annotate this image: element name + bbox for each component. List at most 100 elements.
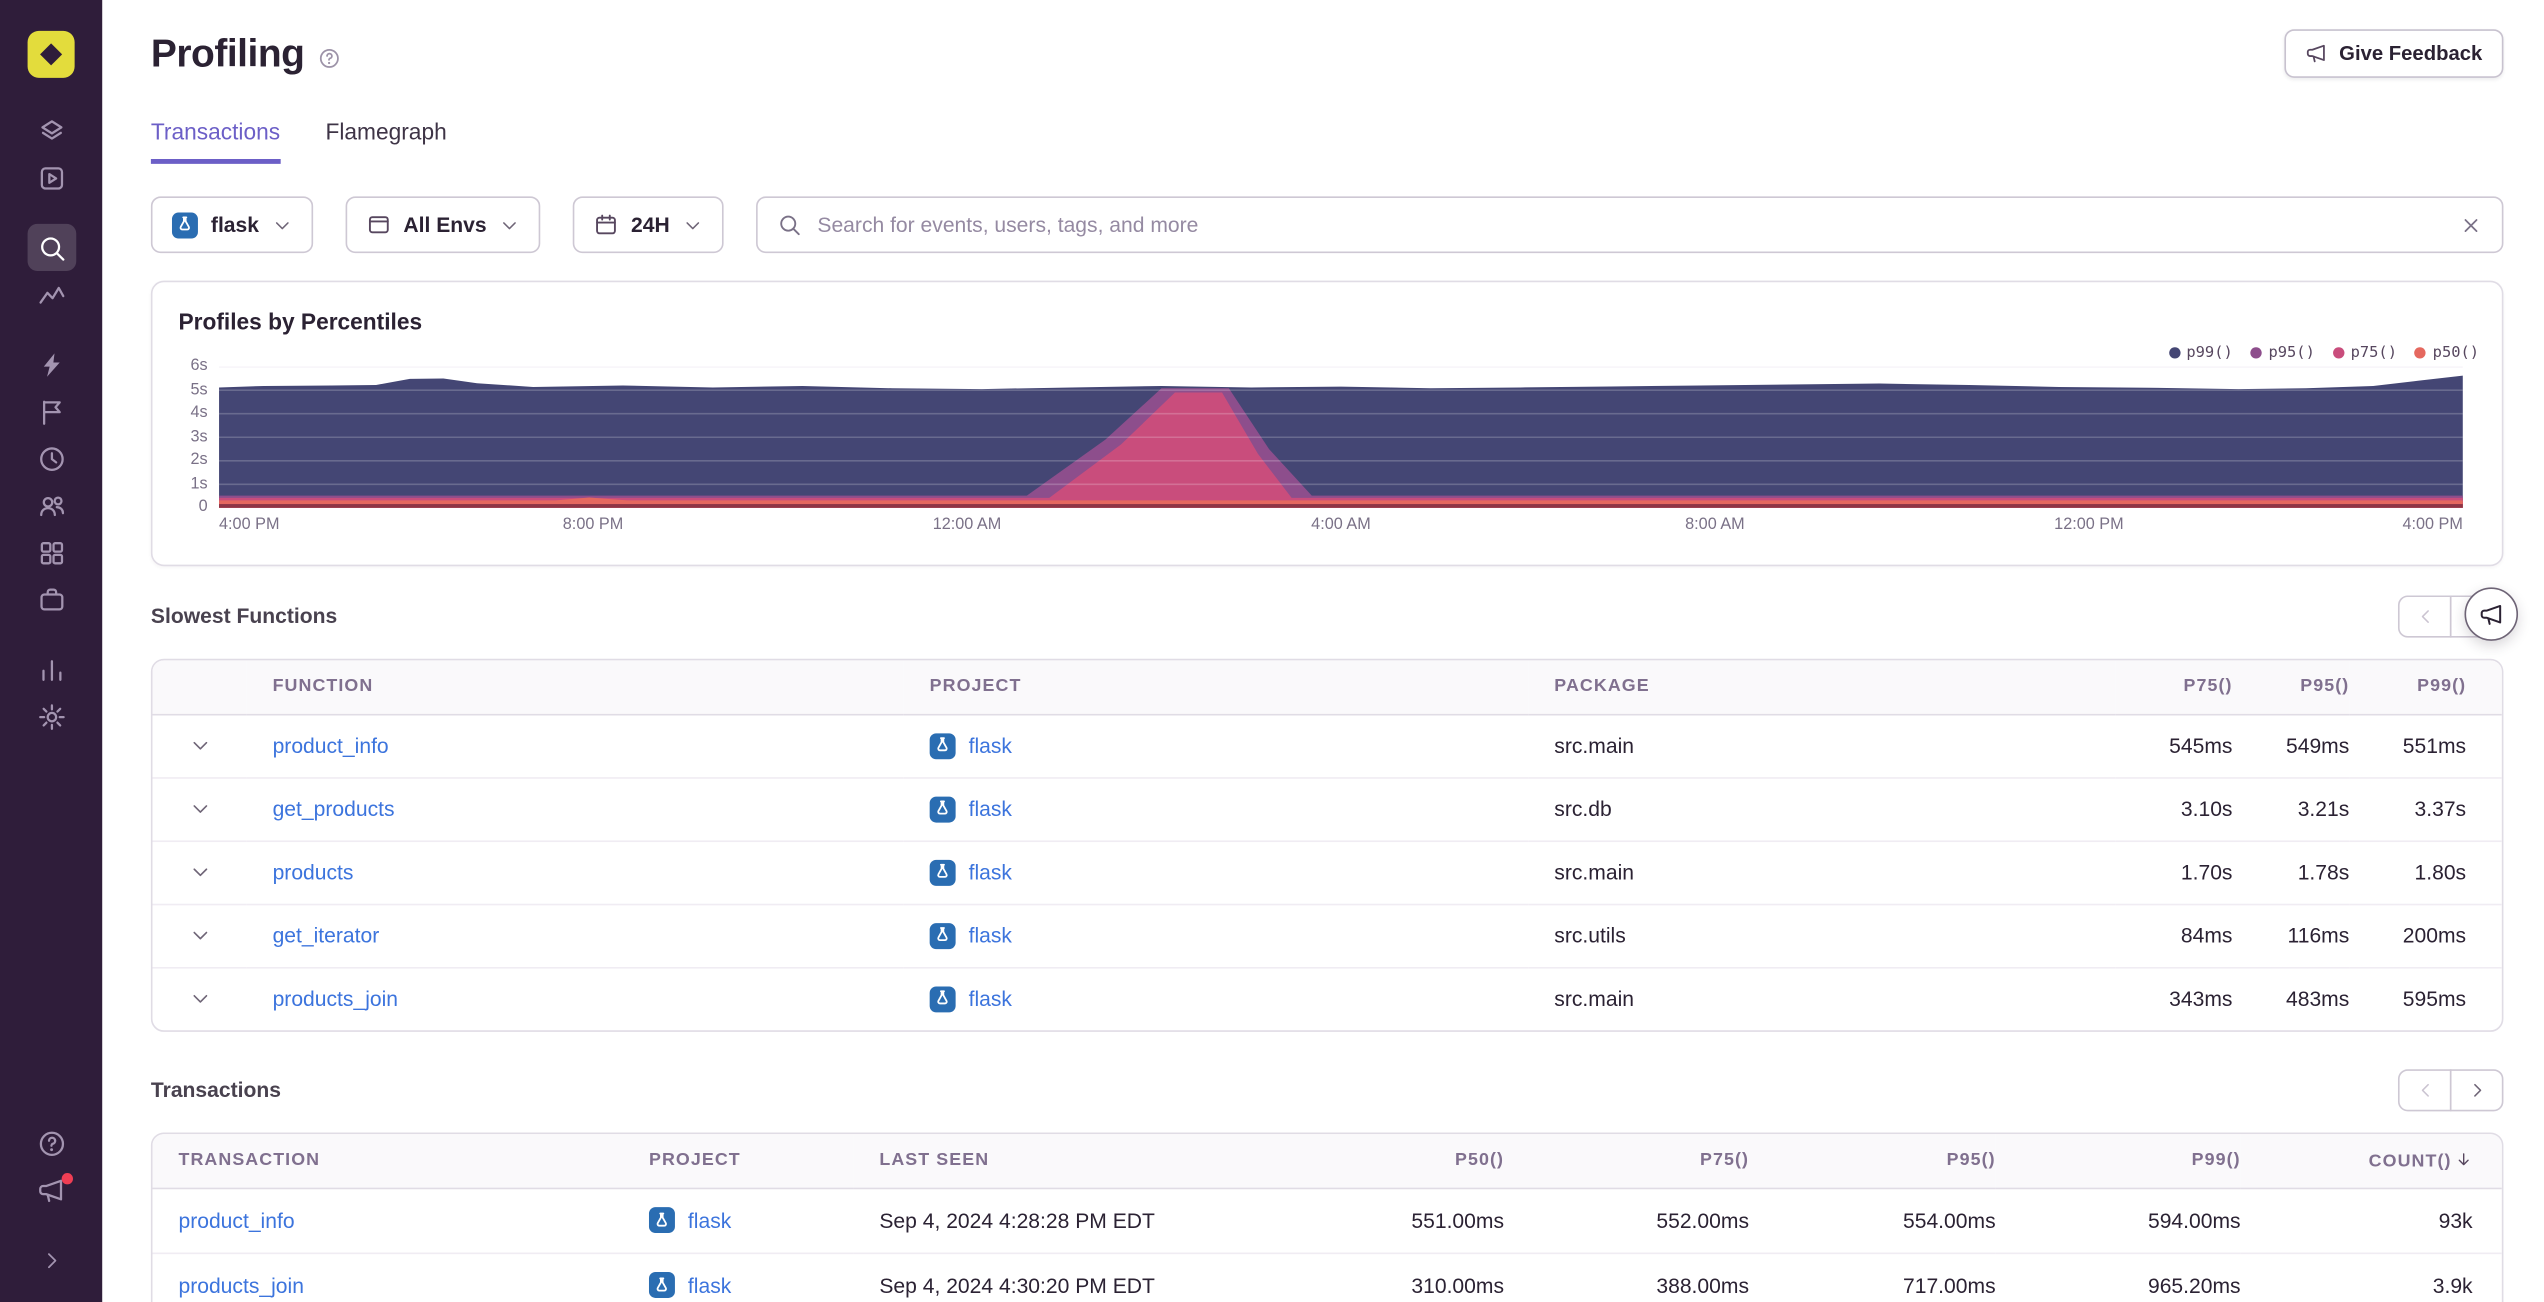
function-link[interactable]: products_join [273,987,398,1011]
sidebar-item-issues[interactable] [27,107,76,154]
legend-item-p99[interactable]: p99() [2168,344,2233,362]
legend-item-p95[interactable]: p95() [2250,344,2315,362]
project-selector[interactable]: flask [150,196,313,254]
column-header[interactable]: PROJECT [903,660,1529,715]
panel-title: Profiles by Percentiles [178,308,423,335]
metric-value-cell: 3.37s [2349,776,2502,841]
prev-page-button[interactable] [2397,594,2452,637]
sidebar-item-replays[interactable] [27,435,76,482]
chevron-down-icon [192,931,207,940]
chevron-down-icon [500,215,519,234]
expand-row-button[interactable] [153,925,247,946]
profiling-page: Profiling Give Feedback Transactions Fla… [0,0,2544,1302]
date-range-selector[interactable]: 24H [572,196,724,254]
flask-icon [936,863,947,878]
metrics-icon [38,286,64,303]
column-header[interactable]: P99() [2349,660,2502,715]
percentiles-area-chart[interactable] [219,365,2463,508]
prev-page-button[interactable] [2397,1068,2452,1111]
project-cell: flask [623,1207,853,1234]
expand-row-button[interactable] [153,862,247,883]
page-title: Profiling [150,32,305,77]
environment-selector[interactable]: All Envs [344,196,541,254]
legend-item-p50[interactable]: p50() [2414,344,2479,362]
replays-icon [39,446,63,471]
sidebar-item-search[interactable] [26,223,76,271]
date-range-selector-value: 24H [631,212,670,237]
metric-value-cell: 717.00ms [1749,1251,1996,1302]
expand-row-button[interactable] [153,988,247,1009]
search-input[interactable] [817,212,2444,237]
help-button[interactable] [27,1120,76,1167]
metric-value-cell: 310.00ms [1259,1251,1505,1302]
search-bar[interactable] [755,196,2504,254]
column-header[interactable]: P99() [1995,1134,2241,1189]
sentry-logo[interactable] [27,30,75,78]
metric-value-cell: 551ms [2402,733,2467,758]
chart-x-axis: 4:00 PM 8:00 PM 12:00 AM 4:00 AM 8:00 AM 12:0… [219,516,2463,539]
legend-item-p75[interactable]: p75() [2332,344,2397,362]
table-row: get_products flask src.db 3.10s 3.21s 3.37s [152,776,2502,841]
tab-transactions[interactable]: Transactions [150,118,281,164]
calendar-icon [594,213,618,237]
megaphone-icon [2305,42,2328,65]
chevron-down-icon [192,741,207,750]
column-header[interactable]: P50() [1259,1134,1505,1189]
column-header[interactable]: FUNCTION [246,660,904,715]
slowest-functions-title: Slowest Functions [150,603,338,628]
column-header[interactable]: P95() [1749,1134,1996,1189]
expand-row-button[interactable] [153,735,247,756]
function-link[interactable]: product_info [273,733,389,757]
x-tick-label: 4:00 AM [1311,515,1371,534]
sidebar-item-performance[interactable] [27,341,76,388]
sidebar-item-dashboards[interactable] [27,529,76,576]
project-cell: flask [904,922,1529,949]
chart-y-axis: 0 1s 2s 3s 4s 5s 6s [162,357,208,516]
dashboards-icon [39,541,63,564]
floating-feedback-button[interactable] [2464,587,2519,641]
tab-flamegraph[interactable]: Flamegraph [326,118,447,163]
sidebar-item-projects[interactable] [27,154,76,201]
project-link[interactable]: flask [969,860,1012,884]
next-page-button[interactable] [2449,1068,2504,1111]
sidebar-nav [26,107,76,740]
sidebar-item-crons[interactable] [27,576,76,623]
x-tick-label: 8:00 AM [1685,515,1745,534]
project-link[interactable]: flask [688,1273,731,1297]
project-link[interactable]: flask [969,987,1012,1011]
transaction-link[interactable]: product_info [178,1208,294,1232]
expand-row-button[interactable] [153,798,247,819]
sidebar-item-stats[interactable] [27,646,76,693]
x-tick-label: 4:00 PM [2402,515,2463,534]
flask-project-icon [648,1272,675,1299]
function-link[interactable]: products [273,860,354,884]
slowest-functions-header: Slowest Functions [151,594,2504,638]
project-link[interactable]: flask [969,923,1012,947]
function-link[interactable]: get_products [273,797,395,821]
metric-value-cell: 343ms [2115,966,2233,1031]
project-link[interactable]: flask [969,733,1012,757]
column-header[interactable]: PACKAGE [1528,660,2116,715]
whats-new-button[interactable] [27,1167,76,1214]
expander-column-header [152,660,247,715]
column-header[interactable]: P75() [2115,660,2233,715]
metric-value-cell: 965.20ms [1995,1251,2241,1302]
transaction-link[interactable]: products_join [178,1273,303,1297]
question-circle-icon[interactable] [317,46,340,69]
column-header[interactable]: PROJECT [623,1134,854,1189]
sidebar-item-metrics[interactable] [27,271,76,318]
give-feedback-button[interactable]: Give Feedback [2284,29,2504,78]
column-header[interactable]: P95() [2232,660,2350,715]
function-link[interactable]: get_iterator [273,923,380,947]
project-link[interactable]: flask [688,1208,731,1232]
column-header[interactable]: TRANSACTION [152,1134,624,1189]
clear-search-icon[interactable] [2460,213,2483,236]
expand-button[interactable] [27,1237,76,1284]
sidebar-item-user-feedback[interactable] [27,482,76,529]
column-header[interactable]: P75() [1504,1134,1750,1189]
project-link[interactable]: flask [969,797,1012,821]
sidebar-item-settings[interactable] [27,693,76,740]
sidebar-item-releases[interactable] [27,388,76,435]
column-header[interactable]: COUNT() [2240,1134,2502,1189]
column-header[interactable]: LAST SEEN [853,1134,1260,1189]
